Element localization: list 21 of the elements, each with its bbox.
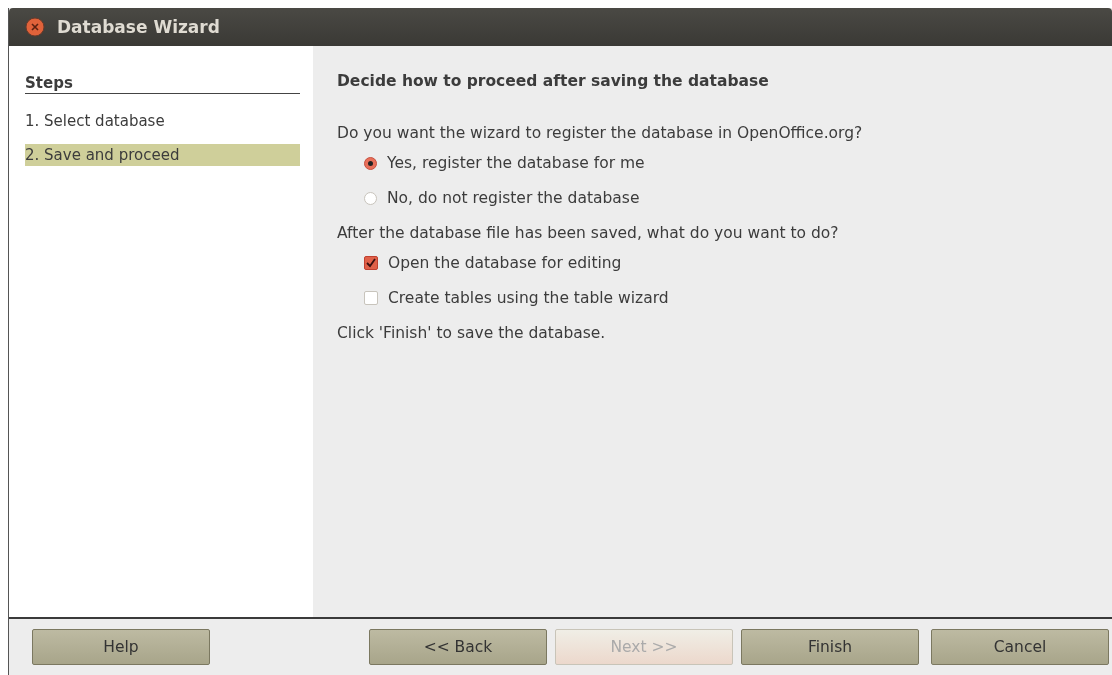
- close-icon[interactable]: [25, 17, 45, 37]
- wizard-button[interactable]: Cancel: [931, 629, 1109, 665]
- question-text: Do you want the wizard to register the database in OpenOffice.org?: [337, 124, 864, 142]
- page-heading: Decide how to proceed after saving the database: [337, 72, 770, 90]
- question-text: After the database file has been saved, what do you want to do?: [337, 224, 840, 242]
- radio-button[interactable]: [364, 191, 377, 205]
- option-label[interactable]: No, do not register the database: [387, 189, 640, 207]
- checkbox[interactable]: [364, 291, 378, 305]
- option-label[interactable]: Open the database for editing: [388, 254, 622, 272]
- window-title: Database Wizard: [57, 17, 220, 37]
- instruction-text: Click 'Finish' to save the database.: [337, 324, 607, 342]
- wizard-button[interactable]: Help: [32, 629, 210, 665]
- step-item[interactable]: 2. Save and proceed: [25, 144, 300, 166]
- wizard-button[interactable]: << Back: [369, 629, 547, 665]
- option-label[interactable]: Create tables using the table wizard: [388, 289, 669, 307]
- checkbox[interactable]: [364, 256, 378, 270]
- radio-button[interactable]: [364, 156, 377, 170]
- steps-heading: Steps: [25, 74, 300, 94]
- wizard-button[interactable]: Finish: [741, 629, 919, 665]
- option-label[interactable]: Yes, register the database for me: [387, 154, 645, 172]
- step-item[interactable]: 1. Select database: [25, 110, 300, 132]
